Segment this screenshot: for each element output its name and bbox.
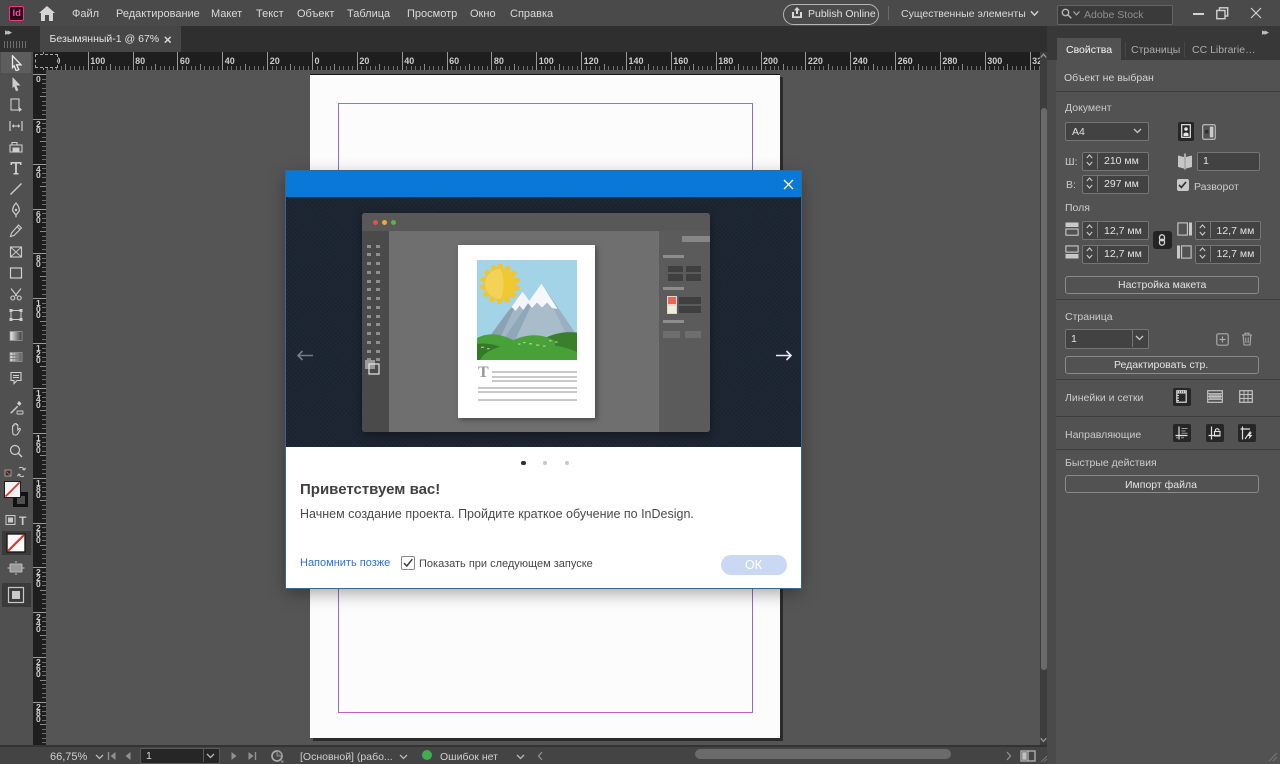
svg-text:T: T (19, 514, 27, 527)
